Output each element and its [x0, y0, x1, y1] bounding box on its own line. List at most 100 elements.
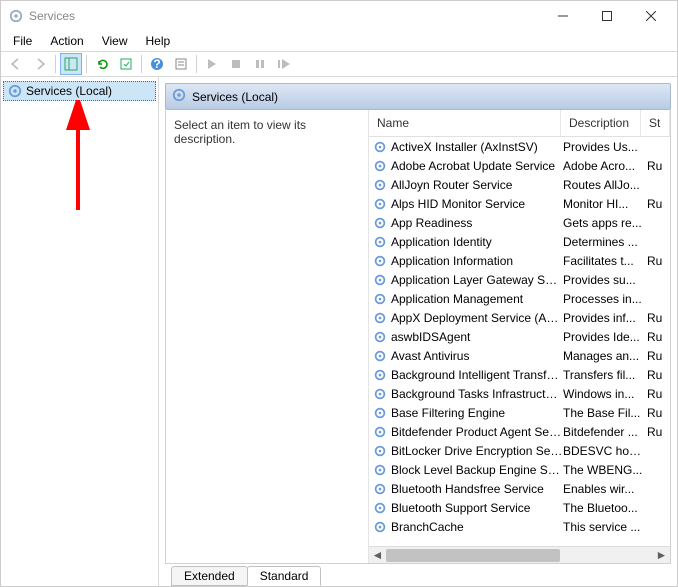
show-hide-tree-button[interactable] — [60, 53, 82, 75]
tab-extended[interactable]: Extended — [171, 566, 248, 586]
detail-header: Services (Local) — [165, 83, 671, 110]
service-description: The Bluetoo... — [563, 501, 643, 515]
tree-root-label: Services (Local) — [26, 84, 112, 98]
service-row[interactable]: BranchCacheThis service ... — [369, 517, 670, 536]
gear-icon — [371, 406, 389, 420]
service-description: This service ... — [563, 520, 643, 534]
column-header-name[interactable]: Name — [369, 110, 561, 136]
service-description: The WBENG... — [563, 463, 643, 477]
service-row[interactable]: Application InformationFacilitates t...R… — [369, 251, 670, 270]
service-status: Ru — [643, 159, 670, 173]
service-row[interactable]: AllJoyn Router ServiceRoutes AllJo... — [369, 175, 670, 194]
maximize-button[interactable] — [585, 1, 629, 31]
service-row[interactable]: ActiveX Installer (AxInstSV)Provides Us.… — [369, 137, 670, 156]
gear-icon — [371, 273, 389, 287]
service-row[interactable]: Bitdefender Product Agent ServiceBitdefe… — [369, 422, 670, 441]
gear-icon — [371, 482, 389, 496]
gear-icon — [371, 178, 389, 192]
titlebar: Services — [1, 1, 677, 31]
service-row[interactable]: Bluetooth Handsfree ServiceEnables wir..… — [369, 479, 670, 498]
gear-icon — [371, 159, 389, 173]
forward-button[interactable] — [29, 53, 51, 75]
service-row[interactable]: Avast AntivirusManages an...Ru — [369, 346, 670, 365]
list-rows[interactable]: ActiveX Installer (AxInstSV)Provides Us.… — [369, 137, 670, 546]
description-column: Select an item to view its description. — [166, 110, 368, 563]
gear-icon — [9, 9, 23, 23]
service-description: Routes AllJo... — [563, 178, 643, 192]
gear-icon — [371, 349, 389, 363]
service-row[interactable]: Application Layer Gateway ServiceProvide… — [369, 270, 670, 289]
service-name: Application Identity — [389, 235, 563, 249]
service-row[interactable]: Background Tasks Infrastructure Se...Win… — [369, 384, 670, 403]
service-status: Ru — [643, 387, 670, 401]
service-row[interactable]: Block Level Backup Engine ServiceThe WBE… — [369, 460, 670, 479]
scroll-left-icon[interactable]: ◄ — [369, 547, 386, 564]
window-controls — [541, 1, 673, 31]
service-name: Avast Antivirus — [389, 349, 563, 363]
menu-view[interactable]: View — [94, 32, 136, 50]
refresh-button[interactable] — [91, 53, 113, 75]
column-header-status[interactable]: St — [641, 110, 670, 136]
service-description: Provides su... — [563, 273, 643, 287]
service-row[interactable]: AppX Deployment Service (AppXS...Provide… — [369, 308, 670, 327]
scroll-thumb[interactable] — [386, 549, 560, 562]
service-row[interactable]: Application ManagementProcesses in... — [369, 289, 670, 308]
service-row[interactable]: BitLocker Drive Encryption ServiceBDESVC… — [369, 441, 670, 460]
service-description: Bitdefender ... — [563, 425, 643, 439]
service-name: Application Management — [389, 292, 563, 306]
service-name: aswbIDSAgent — [389, 330, 563, 344]
service-row[interactable]: Adobe Acrobat Update ServiceAdobe Acro..… — [369, 156, 670, 175]
scroll-track[interactable] — [386, 547, 653, 563]
service-description: Transfers fil... — [563, 368, 643, 382]
start-button[interactable] — [201, 53, 223, 75]
service-name: AppX Deployment Service (AppXS... — [389, 311, 563, 325]
body-area: Services (Local) Services (Local) Select… — [1, 77, 677, 586]
export-button[interactable] — [115, 53, 137, 75]
menu-help[interactable]: Help — [138, 32, 179, 50]
column-header-description[interactable]: Description — [561, 110, 641, 136]
gear-icon — [371, 140, 389, 154]
menu-action[interactable]: Action — [42, 32, 91, 50]
service-row[interactable]: App ReadinessGets apps re... — [369, 213, 670, 232]
tree-root-services-local[interactable]: Services (Local) — [3, 81, 156, 101]
service-status: Ru — [643, 330, 670, 344]
service-name: Base Filtering Engine — [389, 406, 563, 420]
properties-button[interactable] — [170, 53, 192, 75]
gear-icon — [172, 88, 186, 105]
svg-text:?: ? — [153, 57, 160, 71]
menu-file[interactable]: File — [5, 32, 40, 50]
scroll-right-icon[interactable]: ► — [653, 547, 670, 564]
pause-button[interactable] — [249, 53, 271, 75]
service-row[interactable]: Background Intelligent Transfer Ser...Tr… — [369, 365, 670, 384]
service-row[interactable]: Application IdentityDetermines ... — [369, 232, 670, 251]
tab-standard[interactable]: Standard — [247, 566, 322, 586]
service-row[interactable]: Alps HID Monitor ServiceMonitor HI...Ru — [369, 194, 670, 213]
gear-icon — [371, 463, 389, 477]
toolbar-separator — [196, 55, 197, 73]
help-button[interactable]: ? — [146, 53, 168, 75]
service-row[interactable]: Base Filtering EngineThe Base Fil...Ru — [369, 403, 670, 422]
gear-icon — [371, 330, 389, 344]
gear-icon — [371, 292, 389, 306]
service-status: Ru — [643, 311, 670, 325]
stop-button[interactable] — [225, 53, 247, 75]
service-list: Name Description St ActiveX Installer (A… — [368, 110, 670, 563]
service-description: Manages an... — [563, 349, 643, 363]
back-button[interactable] — [5, 53, 27, 75]
minimize-button[interactable] — [541, 1, 585, 31]
service-description: Windows in... — [563, 387, 643, 401]
service-name: Block Level Backup Engine Service — [389, 463, 563, 477]
menubar: File Action View Help — [1, 31, 677, 51]
restart-button[interactable] — [273, 53, 295, 75]
gear-icon — [371, 235, 389, 249]
horizontal-scrollbar[interactable]: ◄ ► — [369, 546, 670, 563]
service-description: Monitor HI... — [563, 197, 643, 211]
service-name: Background Tasks Infrastructure Se... — [389, 387, 563, 401]
close-button[interactable] — [629, 1, 673, 31]
description-prompt: Select an item to view its description. — [174, 118, 306, 146]
service-row[interactable]: Bluetooth Support ServiceThe Bluetoo... — [369, 498, 670, 517]
list-header: Name Description St — [369, 110, 670, 137]
detail-body: Select an item to view its description. … — [165, 110, 671, 564]
detail-header-title: Services (Local) — [192, 90, 278, 104]
service-row[interactable]: aswbIDSAgentProvides Ide...Ru — [369, 327, 670, 346]
